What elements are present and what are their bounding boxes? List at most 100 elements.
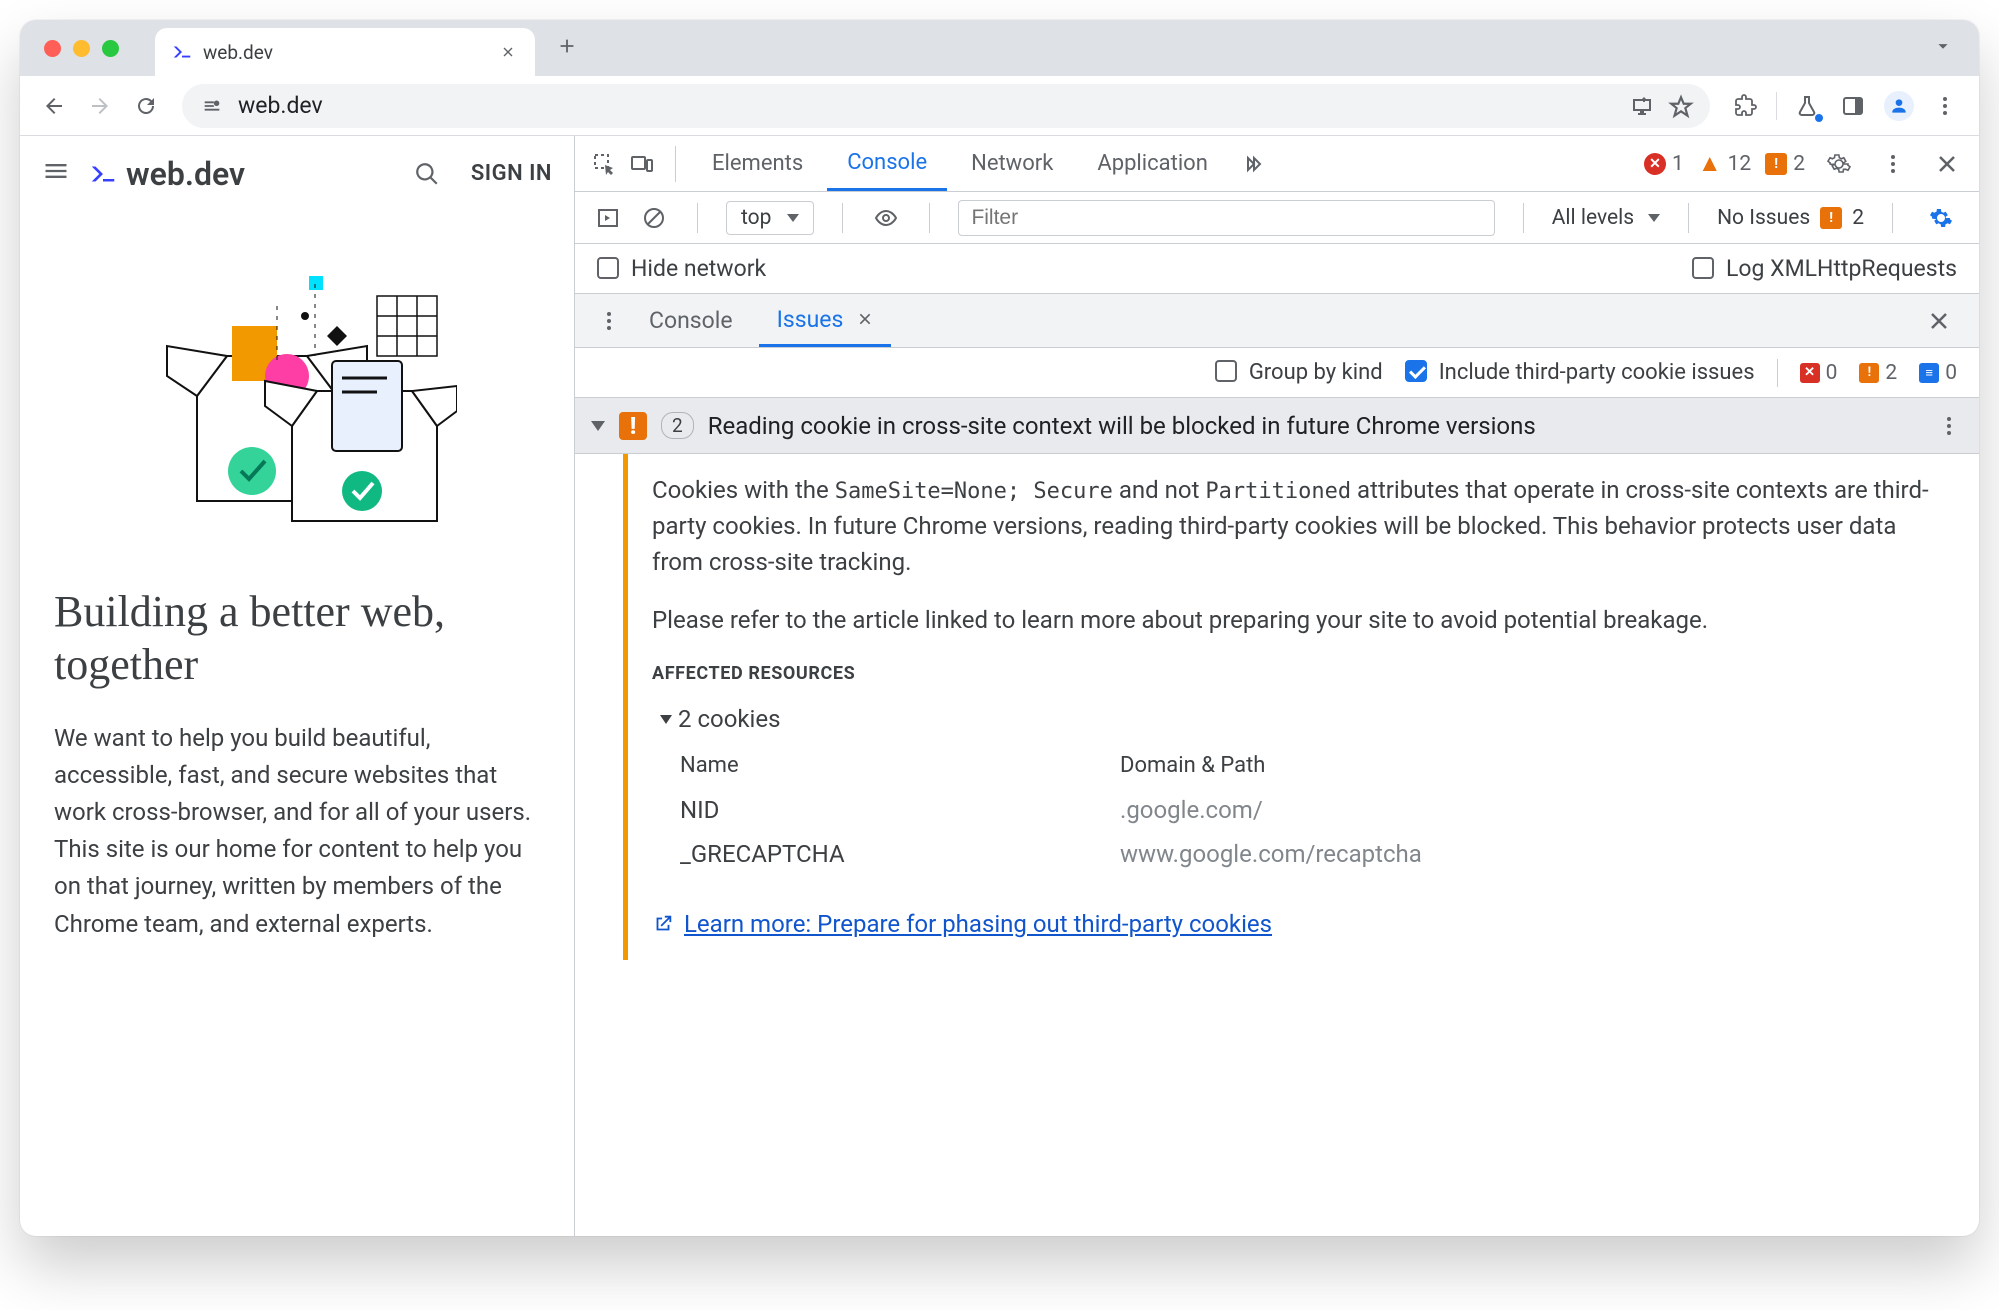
devtools-menu-icon[interactable] [1873,144,1913,184]
console-settings-row: Hide network Log XMLHttpRequests [575,244,1979,294]
browser-toolbar: web.dev [20,76,1979,136]
chrome-window: web.dev web.dev [20,20,1979,1236]
minimize-window[interactable] [73,40,90,57]
profile-avatar[interactable] [1879,86,1919,126]
clear-console-icon[interactable] [639,198,669,238]
sign-in-link[interactable]: SIGN IN [471,161,552,186]
forward-button[interactable] [80,86,120,126]
side-panel-icon[interactable] [1833,86,1873,126]
col-domain-path: Domain & Path [1120,749,1265,782]
col-name: Name [680,749,1120,782]
warning-count[interactable]: ▲ 12 [1698,149,1751,178]
learn-more-link[interactable]: Learn more: Prepare for phasing out thir… [652,906,1953,942]
drawer-tab-bar: Console Issues [575,294,1979,348]
inspect-element-icon[interactable] [587,144,621,184]
window-controls [44,40,119,57]
close-drawer-tab-icon[interactable] [857,306,873,333]
issue-occurrence-count: 2 [661,412,694,439]
close-tab-icon[interactable] [497,41,519,63]
cookie-row[interactable]: NID .google.com/ [680,788,1953,832]
content-split: web.dev SIGN IN [20,136,1979,1236]
cookies-disclosure[interactable]: 2 cookies [660,701,1953,737]
cookie-row[interactable]: _GRECAPTCHA www.google.com/recaptcha [680,832,1953,876]
tab-overflow-button[interactable] [1923,26,1963,66]
issues-summary[interactable]: No Issues ! 2 [1717,206,1864,230]
tab-console[interactable]: Console [827,136,947,191]
tab-network[interactable]: Network [951,136,1073,191]
drawer-tab-console[interactable]: Console [631,294,751,347]
console-filter-input[interactable] [958,200,1494,236]
address-bar[interactable]: web.dev [182,84,1710,128]
issue-severity-icon: ! [619,412,647,440]
search-icon[interactable] [407,154,447,194]
tab-elements[interactable]: Elements [692,136,823,191]
hamburger-menu-icon[interactable] [42,157,70,191]
issue-title: Reading cookie in cross-site context wil… [708,412,1921,440]
issues-blue-count: ≡0 [1919,361,1957,385]
console-settings-icon[interactable] [1921,198,1961,238]
issues-flag-count[interactable]: ! 2 [1765,152,1805,176]
back-button[interactable] [34,86,74,126]
group-by-kind-checkbox[interactable]: Group by kind [1215,360,1383,385]
new-tab-button[interactable] [547,26,587,66]
context-selector[interactable]: top [726,201,814,235]
hero-section: Building a better web, together We want … [20,212,574,943]
affected-resources-heading: AFFECTED RESOURCES [652,660,1953,687]
hero-title: Building a better web, together [54,586,540,692]
issue-header[interactable]: ! 2 Reading cookie in cross-site context… [575,398,1979,454]
cookie-table: Name Domain & Path NID .google.com/ _GRE… [680,749,1953,876]
issue-severity-stripe [623,454,628,960]
issue-paragraph-2: Please refer to the article linked to le… [652,602,1953,638]
extensions-icon[interactable] [1726,86,1766,126]
browser-tab[interactable]: web.dev [155,28,535,76]
url-text: web.dev [238,92,1616,119]
issue-paragraph-1: Cookies with the SameSite=None; Secure a… [652,472,1953,580]
issue-menu-icon[interactable] [1935,406,1963,446]
page-pane: web.dev SIGN IN [20,136,575,1236]
reload-button[interactable] [126,86,166,126]
drawer-menu-icon[interactable] [595,301,623,341]
issues-orange-count: !2 [1859,361,1897,385]
orange-badge-icon: ! [1859,363,1879,383]
hero-illustration-icon [137,266,457,536]
site-header: web.dev SIGN IN [20,136,574,212]
site-logo[interactable]: web.dev [88,155,245,193]
hide-network-checkbox[interactable]: Hide network [597,255,766,282]
console-sidebar-toggle-icon[interactable] [593,198,623,238]
console-toolbar: top All levels No Issues ! 2 [575,192,1979,244]
close-window[interactable] [44,40,61,57]
devtools-close-icon[interactable] [1927,144,1967,184]
bookmark-star-icon[interactable] [1668,94,1692,118]
error-icon: ✕ [1644,153,1666,175]
toolbar-separator [1776,92,1777,120]
chrome-menu-icon[interactable] [1925,86,1965,126]
devtools-settings-icon[interactable] [1819,144,1859,184]
flag-icon: ! [1820,207,1842,229]
log-xhr-checkbox[interactable]: Log XMLHttpRequests [1692,255,1957,282]
expand-triangle-icon [591,421,605,431]
red-badge-icon: ✕ [1800,363,1820,383]
site-info-icon[interactable] [200,94,224,118]
log-levels-selector[interactable]: All levels [1552,206,1660,230]
warning-icon: ▲ [1698,149,1722,178]
labs-icon[interactable] [1787,86,1827,126]
devtools-pane: Elements Console Network Application ✕ 1… [575,136,1979,1236]
blue-badge-icon: ≡ [1919,363,1939,383]
error-count[interactable]: ✕ 1 [1644,152,1684,176]
issues-toolbar: Group by kind Include third-party cookie… [575,348,1979,398]
screencast-icon[interactable] [1630,94,1654,118]
triangle-down-icon [660,715,672,724]
include-third-party-checkbox[interactable]: Include third-party cookie issues [1405,360,1755,385]
close-drawer-icon[interactable] [1919,301,1959,341]
maximize-window[interactable] [102,40,119,57]
device-toolbar-icon[interactable] [625,144,659,184]
live-expression-icon[interactable] [871,198,901,238]
tab-title: web.dev [203,41,487,64]
webdev-logo-icon [88,159,118,189]
tab-application[interactable]: Application [1077,136,1227,191]
flag-icon: ! [1765,153,1787,175]
external-link-icon [652,913,674,935]
drawer-tab-issues[interactable]: Issues [759,294,892,347]
site-name: web.dev [126,155,245,193]
more-tabs-icon[interactable] [1232,144,1272,184]
